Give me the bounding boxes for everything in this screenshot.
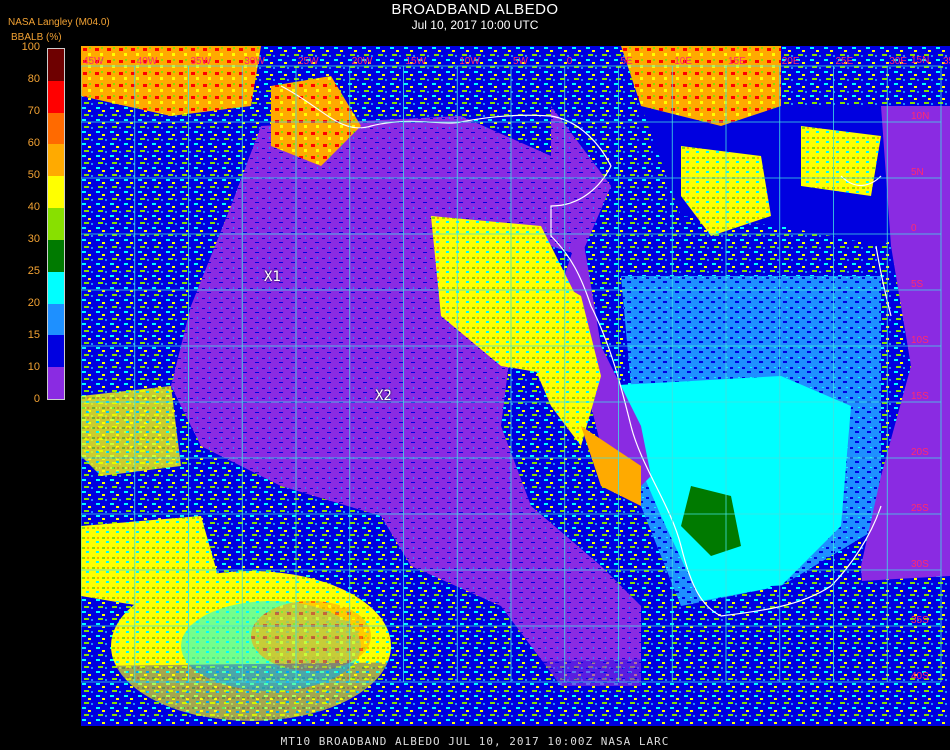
longitude-label: 0: [567, 56, 573, 67]
latitude-label: 30S: [911, 559, 929, 570]
latitude-label: 25S: [911, 503, 929, 514]
legend-swatch: [48, 112, 64, 145]
longitude-label: 30W: [244, 56, 265, 67]
latitude-label: 15N: [911, 55, 929, 66]
legend-swatch: [48, 271, 64, 305]
legend-swatch: [48, 80, 64, 114]
legend-swatch: [48, 176, 64, 209]
albedo-map: 45W 40W 35W 30W 25W 20W 15W 10W 5W 0 5E 10E 15E 20E 25…: [81, 46, 950, 726]
legend-tick-label: 100: [21, 41, 40, 53]
longitude-label: 20W: [352, 56, 373, 67]
longitude-label: 35E: [943, 56, 950, 67]
legend-tick-label: 0: [33, 393, 40, 405]
albedo-field: [81, 46, 950, 726]
color-legend-bar: [47, 48, 65, 400]
latitude-label: 40S: [911, 671, 929, 682]
legend-tick-label: 25: [27, 265, 40, 277]
longitude-label: 25E: [836, 56, 854, 67]
legend-swatch: [48, 49, 64, 82]
legend-tick-label: 30: [27, 233, 40, 245]
legend-swatch: [48, 367, 64, 400]
footer-caption: MT10 BROADBAND ALBEDO JUL 10, 2017 10:00…: [280, 735, 670, 748]
legend-tick-label: 60: [27, 137, 40, 149]
longitude-label: 30E: [889, 56, 907, 67]
longitude-label: 35W: [191, 56, 212, 67]
longitude-label: 40W: [137, 56, 158, 67]
latitude-label: 5S: [911, 279, 924, 290]
legend-tick-label: 50: [27, 169, 40, 181]
latitude-label: 0: [911, 223, 917, 234]
legend-swatch: [48, 144, 64, 177]
longitude-label: 10W: [459, 56, 480, 67]
latitude-label: 20S: [911, 447, 929, 458]
legend-tick-label: 20: [27, 297, 40, 309]
legend-swatch: [48, 208, 64, 241]
longitude-label: 20E: [782, 56, 800, 67]
legend-tick-label: 15: [27, 329, 40, 341]
marker-x2: X2: [375, 388, 392, 404]
legend-swatch: [48, 335, 64, 368]
longitude-label: 5E: [621, 56, 634, 67]
producer-label: NASA Langley (M04.0): [8, 17, 110, 28]
latitude-label: 5N: [911, 167, 924, 178]
longitude-label: 5W: [513, 56, 529, 67]
longitude-label: 15W: [406, 56, 427, 67]
map-title: BROADBAND ALBEDO: [391, 1, 559, 18]
legend-swatch: [48, 303, 64, 336]
longitude-label: 45W: [83, 56, 104, 67]
latitude-label: 10N: [911, 111, 929, 122]
latitude-label: 15S: [911, 391, 929, 402]
longitude-label: 10E: [674, 56, 692, 67]
legend-tick-label: 40: [27, 201, 40, 213]
marker-x1: X1: [264, 269, 281, 285]
longitude-label: 15E: [728, 56, 746, 67]
legend-swatch: [48, 239, 64, 273]
legend-tick-label: 80: [27, 73, 40, 85]
longitude-label: 25W: [298, 56, 319, 67]
latitude-label: 10S: [911, 335, 929, 346]
map-timestamp: Jul 10, 2017 10:00 UTC: [411, 18, 539, 32]
legend-tick-label: 70: [27, 105, 40, 117]
latitude-label: 35S: [911, 615, 929, 626]
legend-tick-label: 10: [27, 361, 40, 373]
